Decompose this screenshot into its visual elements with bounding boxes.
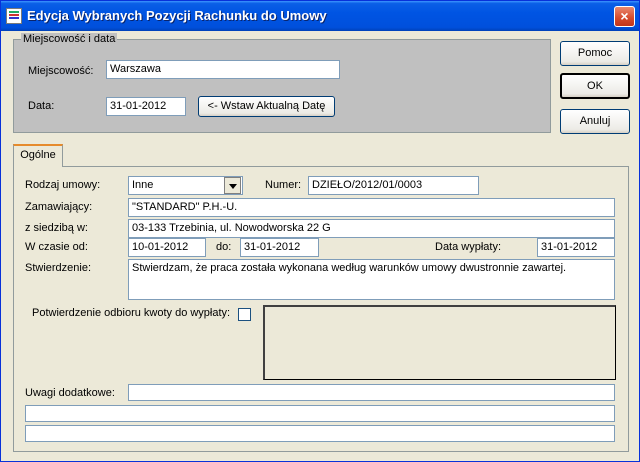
- date-input[interactable]: 31-01-2012: [106, 97, 186, 116]
- ok-button[interactable]: OK: [560, 73, 630, 99]
- chevron-down-icon[interactable]: [224, 177, 241, 194]
- seat-label: z siedzibą w:: [25, 222, 88, 234]
- period-to-input[interactable]: 31-01-2012: [240, 238, 319, 257]
- tab-general[interactable]: Ogólne: [13, 144, 63, 167]
- insert-current-date-button[interactable]: <- Wstaw Aktualną Datę: [198, 96, 335, 117]
- dialog-window: Edycja Wybranych Pozycji Rachunku do Umo…: [0, 0, 640, 462]
- cancel-button[interactable]: Anuluj: [560, 109, 630, 134]
- ordering-party-label: Zamawiający:: [25, 201, 93, 213]
- period-from-label: W czasie od:: [25, 241, 88, 253]
- city-label: Miejscowość:: [28, 65, 94, 77]
- contract-type-value: Inne: [132, 179, 154, 191]
- number-label: Numer:: [265, 179, 302, 191]
- payment-date-label: Data wypłaty:: [435, 241, 502, 253]
- help-button[interactable]: Pomoc: [560, 41, 630, 66]
- signature-area: [263, 305, 616, 380]
- contract-type-label: Rodzaj umowy:: [25, 179, 101, 191]
- location-group: [13, 39, 551, 133]
- statement-label: Stwierdzenie:: [25, 262, 92, 274]
- window-title: Edycja Wybranych Pozycji Rachunku do Umo…: [27, 8, 327, 23]
- payment-date-input[interactable]: 31-01-2012: [537, 238, 615, 257]
- remarks-label: Uwagi dodatkowe:: [25, 387, 115, 399]
- receipt-confirmation-label: Potwierdzenie odbioru kwoty do wypłaty:: [32, 307, 231, 319]
- title-bar[interactable]: Edycja Wybranych Pozycji Rachunku do Umo…: [1, 1, 639, 31]
- date-label: Data:: [28, 100, 55, 112]
- city-input[interactable]: Warszawa: [106, 60, 340, 79]
- app-icon: [6, 8, 22, 24]
- ordering-party-input[interactable]: "STANDARD" P.H.-U.: [128, 198, 615, 217]
- receipt-confirmation-checkbox[interactable]: [238, 308, 251, 321]
- number-input[interactable]: DZIEŁO/2012/01/0003: [308, 176, 479, 195]
- statement-textarea[interactable]: Stwierdzam, że praca została wykonana we…: [128, 259, 615, 300]
- remarks-input-line3[interactable]: [25, 425, 615, 442]
- close-button[interactable]: ×: [614, 6, 635, 27]
- remarks-input-line2[interactable]: [25, 405, 615, 422]
- period-to-label: do:: [216, 241, 232, 253]
- remarks-input-line1[interactable]: [128, 384, 615, 401]
- seat-input[interactable]: 03-133 Trzebinia, ul. Nowodworska 22 G: [128, 219, 615, 238]
- location-group-legend: Miejscowość i data: [21, 33, 118, 45]
- period-from-input[interactable]: 10-01-2012: [128, 238, 206, 257]
